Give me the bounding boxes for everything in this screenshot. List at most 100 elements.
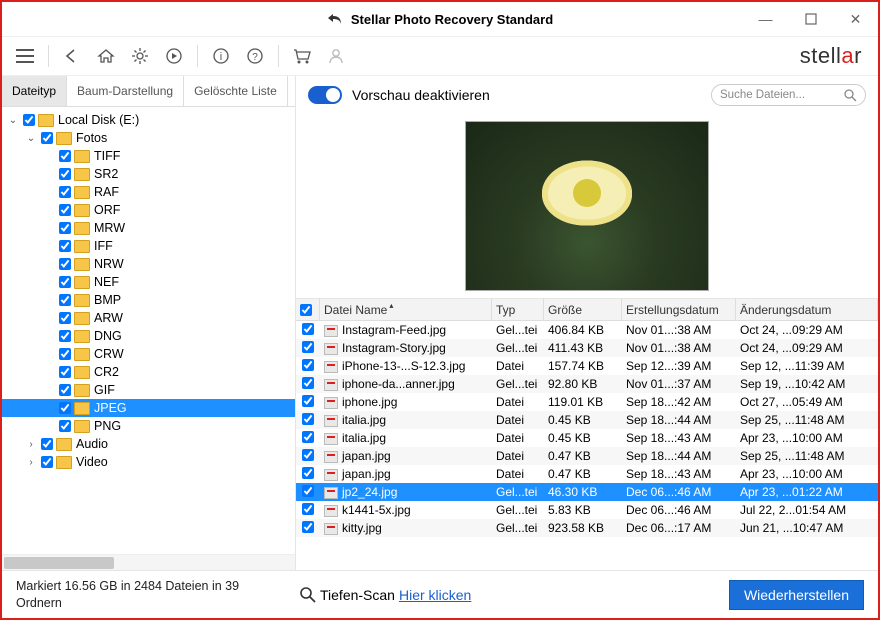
row-checkbox[interactable] [302, 377, 314, 389]
tree-checkbox[interactable] [41, 438, 53, 450]
close-button[interactable]: ✕ [833, 2, 878, 36]
tree-checkbox[interactable] [59, 258, 71, 270]
titlebar: Stellar Photo Recovery Standard — ✕ [2, 2, 878, 36]
table-row[interactable]: italia.jpg Datei 0.45 KB Sep 18...:43 AM… [296, 429, 878, 447]
file-size: 0.45 KB [544, 431, 622, 445]
status-text: Markiert 16.56 GB in 2484 Dateien in 39 … [16, 578, 286, 611]
table-row[interactable]: japan.jpg Datei 0.47 KB Sep 18...:44 AM … [296, 447, 878, 465]
table-row[interactable]: Instagram-Feed.jpg Gel...tei 406.84 KB N… [296, 321, 878, 339]
tree-item[interactable]: PNG [2, 417, 295, 435]
tab-geloeschte[interactable]: Gelöschte Liste [184, 76, 288, 106]
row-checkbox[interactable] [302, 359, 314, 371]
user-button[interactable] [321, 41, 351, 71]
row-checkbox[interactable] [302, 323, 314, 335]
table-row[interactable]: kitty.jpg Gel...tei 923.58 KB Dec 06...:… [296, 519, 878, 537]
col-typ[interactable]: Typ [492, 299, 544, 320]
tree-checkbox[interactable] [59, 366, 71, 378]
table-row[interactable]: japan.jpg Datei 0.47 KB Sep 18...:43 AM … [296, 465, 878, 483]
tree-checkbox[interactable] [23, 114, 35, 126]
tree-checkbox[interactable] [59, 186, 71, 198]
tree-checkbox[interactable] [59, 276, 71, 288]
table-row[interactable]: iPhone-13-...S-12.3.jpg Datei 157.74 KB … [296, 357, 878, 375]
maximize-button[interactable] [788, 2, 833, 36]
info-button[interactable]: i [206, 41, 236, 71]
home-button[interactable] [91, 41, 121, 71]
tree-item[interactable]: CR2 [2, 363, 295, 381]
tree-item[interactable]: ›Audio [2, 435, 295, 453]
tree-item[interactable]: TIFF [2, 147, 295, 165]
file-size: 46.30 KB [544, 485, 622, 499]
tree-checkbox[interactable] [59, 240, 71, 252]
file-modified: Sep 12, ...11:39 AM [736, 359, 878, 373]
table-row[interactable]: iphone-da...anner.jpg Gel...tei 92.80 KB… [296, 375, 878, 393]
tree-item[interactable]: SR2 [2, 165, 295, 183]
settings-button[interactable] [125, 41, 155, 71]
tree-item[interactable]: BMP [2, 291, 295, 309]
tree-checkbox[interactable] [59, 402, 71, 414]
back-button[interactable] [57, 41, 87, 71]
row-checkbox[interactable] [302, 449, 314, 461]
row-checkbox[interactable] [302, 503, 314, 515]
tree-item[interactable]: ARW [2, 309, 295, 327]
tree-checkbox[interactable] [59, 312, 71, 324]
file-name: japan.jpg [342, 467, 391, 481]
tab-baum[interactable]: Baum-Darstellung [67, 76, 184, 106]
resume-button[interactable] [159, 41, 189, 71]
tree-checkbox[interactable] [59, 420, 71, 432]
tree-checkbox[interactable] [59, 384, 71, 396]
file-icon [324, 397, 338, 409]
tree-item[interactable]: RAF [2, 183, 295, 201]
tree-checkbox[interactable] [59, 204, 71, 216]
tree-item[interactable]: ›Video [2, 453, 295, 471]
tree-item[interactable]: ORF [2, 201, 295, 219]
table-row[interactable]: Instagram-Story.jpg Gel...tei 411.43 KB … [296, 339, 878, 357]
tree-item[interactable]: GIF [2, 381, 295, 399]
tab-dateityp[interactable]: Dateityp [2, 76, 67, 106]
tree-item[interactable]: CRW [2, 345, 295, 363]
row-checkbox[interactable] [302, 467, 314, 479]
col-create[interactable]: Erstellungsdatum [622, 299, 736, 320]
tree-checkbox[interactable] [59, 222, 71, 234]
row-checkbox[interactable] [302, 431, 314, 443]
tree-checkbox[interactable] [59, 330, 71, 342]
tree-item[interactable]: NRW [2, 255, 295, 273]
tree-checkbox[interactable] [59, 348, 71, 360]
row-checkbox[interactable] [302, 521, 314, 533]
horizontal-scrollbar[interactable] [2, 554, 295, 570]
tree-checkbox[interactable] [59, 150, 71, 162]
tree-item[interactable]: ⌄Fotos [2, 129, 295, 147]
tree-checkbox[interactable] [59, 168, 71, 180]
file-created: Sep 18...:44 AM [622, 413, 736, 427]
row-checkbox[interactable] [302, 485, 314, 497]
preview-toggle[interactable] [308, 86, 342, 104]
file-tree[interactable]: ⌄Local Disk (E:)⌄FotosTIFFSR2RAFORFMRWIF… [2, 107, 295, 554]
tree-item[interactable]: MRW [2, 219, 295, 237]
restore-button[interactable]: Wiederherstellen [729, 580, 864, 610]
cart-button[interactable] [287, 41, 317, 71]
col-name[interactable]: Datei Name [320, 299, 492, 320]
menu-button[interactable] [10, 41, 40, 71]
select-all-checkbox[interactable] [300, 304, 312, 316]
tree-item[interactable]: ⌄Local Disk (E:) [2, 111, 295, 129]
row-checkbox[interactable] [302, 341, 314, 353]
tree-item[interactable]: JPEG [2, 399, 295, 417]
table-row[interactable]: italia.jpg Datei 0.45 KB Sep 18...:44 AM… [296, 411, 878, 429]
row-checkbox[interactable] [302, 413, 314, 425]
help-button[interactable]: ? [240, 41, 270, 71]
table-row[interactable]: iphone.jpg Datei 119.01 KB Sep 18...:42 … [296, 393, 878, 411]
tree-item[interactable]: IFF [2, 237, 295, 255]
search-input[interactable]: Suche Dateien... [711, 84, 866, 106]
table-row[interactable]: k1441-5x.jpg Gel...tei 5.83 KB Dec 06...… [296, 501, 878, 519]
minimize-button[interactable]: — [743, 2, 788, 36]
col-size[interactable]: Größe [544, 299, 622, 320]
tree-item[interactable]: NEF [2, 273, 295, 291]
tree-checkbox[interactable] [59, 294, 71, 306]
col-mod[interactable]: Änderungsdatum [736, 299, 878, 320]
tree-checkbox[interactable] [41, 132, 53, 144]
tree-checkbox[interactable] [41, 456, 53, 468]
table-row[interactable]: jp2_24.jpg Gel...tei 46.30 KB Dec 06...:… [296, 483, 878, 501]
deep-scan-link[interactable]: Hier klicken [399, 587, 471, 603]
tree-item[interactable]: DNG [2, 327, 295, 345]
tree-label: Fotos [76, 131, 107, 145]
row-checkbox[interactable] [302, 395, 314, 407]
